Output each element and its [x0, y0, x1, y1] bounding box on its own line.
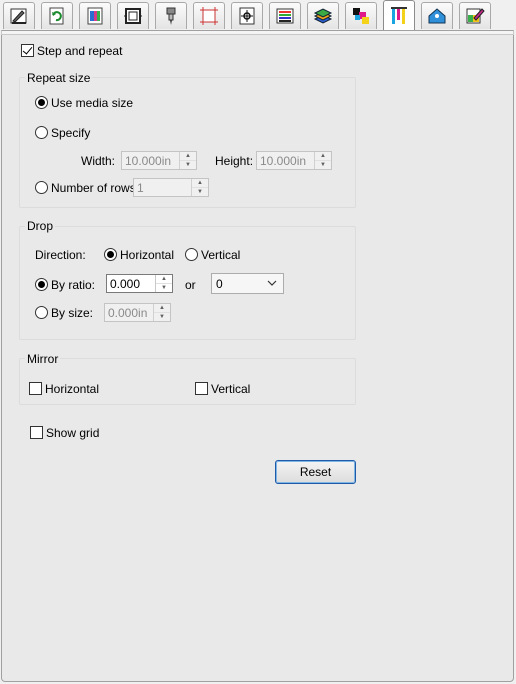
by-ratio-label: By ratio: — [51, 278, 96, 292]
rows-value: 1 — [137, 181, 144, 195]
mirror-title: Mirror — [25, 352, 61, 366]
color-picker-icon — [466, 8, 485, 24]
specify-radio[interactable] — [35, 126, 48, 139]
specify-label: Specify — [51, 126, 91, 140]
ratio-stepper-arrows[interactable]: ▲ ▼ — [155, 275, 172, 292]
by-size-radio[interactable] — [35, 306, 48, 319]
ratio-select-value: 0 — [216, 277, 223, 291]
width-stepper-arrows[interactable]: ▲ ▼ — [179, 152, 196, 169]
drop-title: Drop — [25, 219, 56, 233]
mirror-horizontal-label: Horizontal — [45, 382, 100, 396]
rows-stepper-arrows[interactable]: ▲ ▼ — [191, 179, 208, 196]
chevron-up-icon[interactable]: ▲ — [192, 179, 208, 187]
chevron-down-icon[interactable]: ▼ — [315, 160, 331, 169]
chevron-down-icon[interactable]: ▼ — [180, 160, 196, 169]
tab-refresh-page[interactable] — [41, 2, 73, 29]
ratio-stepper[interactable]: 0.000 ▲ ▼ — [106, 274, 173, 293]
tab-frame[interactable] — [117, 2, 149, 29]
cut-tool-icon — [166, 7, 176, 25]
size-stepper[interactable]: 0.000in ▲ ▼ — [104, 303, 171, 322]
tab-target[interactable] — [231, 2, 263, 29]
tab-crop-marks[interactable] — [193, 2, 225, 29]
color-image-icon — [87, 7, 103, 25]
cmyk-icon — [353, 8, 369, 24]
tab-cut-tool[interactable] — [155, 2, 187, 29]
tab-layers[interactable] — [307, 2, 339, 29]
chevron-up-icon[interactable]: ▲ — [180, 152, 196, 160]
chevron-up-icon[interactable]: ▲ — [154, 304, 170, 312]
frame-icon — [124, 8, 142, 24]
step-repeat-checkbox[interactable] — [21, 44, 34, 57]
height-stepper[interactable]: 10.000in ▲ ▼ — [256, 151, 332, 170]
crop-marks-icon — [200, 7, 218, 25]
repeat-size-title: Repeat size — [25, 71, 93, 85]
tab-cmyk[interactable] — [345, 2, 377, 29]
height-stepper-arrows[interactable]: ▲ ▼ — [314, 152, 331, 169]
step-repeat-label: Step and repeat — [37, 44, 123, 58]
use-media-size-radio[interactable] — [35, 96, 48, 109]
refresh-page-icon — [49, 7, 64, 25]
tab-tag[interactable] — [421, 2, 453, 29]
chevron-down-icon[interactable]: ▼ — [156, 283, 172, 292]
reset-button[interactable]: Reset — [275, 460, 356, 484]
mirror-vertical-checkbox[interactable] — [195, 382, 208, 395]
chevron-up-icon[interactable]: ▲ — [315, 152, 331, 160]
number-of-rows-label: Number of rows: — [51, 181, 140, 195]
reset-button-label: Reset — [299, 465, 332, 479]
tab-step-repeat[interactable] — [383, 0, 415, 31]
tab-pen-plot[interactable] — [3, 2, 35, 29]
color-bars-icon — [276, 8, 294, 24]
width-stepper[interactable]: 10.000in ▲ ▼ — [121, 151, 197, 170]
height-label: Height: — [215, 154, 254, 168]
layers-icon — [313, 8, 333, 24]
ratio-value: 0.000 — [110, 277, 141, 291]
height-value: 10.000in — [260, 154, 307, 168]
step-repeat-icon — [391, 7, 407, 24]
by-ratio-radio[interactable] — [35, 278, 48, 291]
tab-color-bars[interactable] — [269, 2, 301, 29]
direction-horizontal-label: Horizontal — [120, 248, 175, 262]
chevron-down-icon[interactable]: ▼ — [154, 312, 170, 321]
use-media-size-label: Use media size — [51, 96, 134, 110]
pen-plot-icon — [10, 8, 27, 24]
tab-color-image[interactable] — [79, 2, 111, 29]
direction-label: Direction: — [35, 248, 86, 262]
number-of-rows-stepper[interactable]: 1 ▲ ▼ — [133, 178, 209, 197]
direction-horizontal-radio[interactable] — [104, 248, 117, 261]
chevron-down-icon — [267, 280, 277, 286]
size-value: 0.000in — [108, 306, 148, 320]
mirror-horizontal-checkbox[interactable] — [29, 382, 42, 395]
mirror-vertical-label: Vertical — [211, 382, 251, 396]
show-grid-checkbox[interactable] — [30, 426, 43, 439]
by-size-label: By size: — [51, 306, 94, 320]
size-stepper-arrows[interactable]: ▲ ▼ — [153, 304, 170, 321]
direction-vertical-radio[interactable] — [185, 248, 198, 261]
tab-color-picker[interactable] — [459, 2, 491, 29]
chevron-down-icon[interactable]: ▼ — [192, 187, 208, 196]
show-grid-label: Show grid — [46, 426, 100, 440]
target-icon — [239, 7, 255, 25]
width-label: Width: — [81, 154, 116, 168]
chevron-up-icon[interactable]: ▲ — [156, 275, 172, 283]
direction-vertical-label: Vertical — [201, 248, 241, 262]
tag-icon — [428, 8, 446, 24]
number-of-rows-radio[interactable] — [35, 181, 48, 194]
width-value: 10.000in — [125, 154, 172, 168]
toolbar — [0, 0, 516, 32]
panel-divider — [1, 30, 514, 35]
or-label: or — [185, 278, 196, 292]
ratio-select[interactable]: 0 — [211, 273, 284, 294]
